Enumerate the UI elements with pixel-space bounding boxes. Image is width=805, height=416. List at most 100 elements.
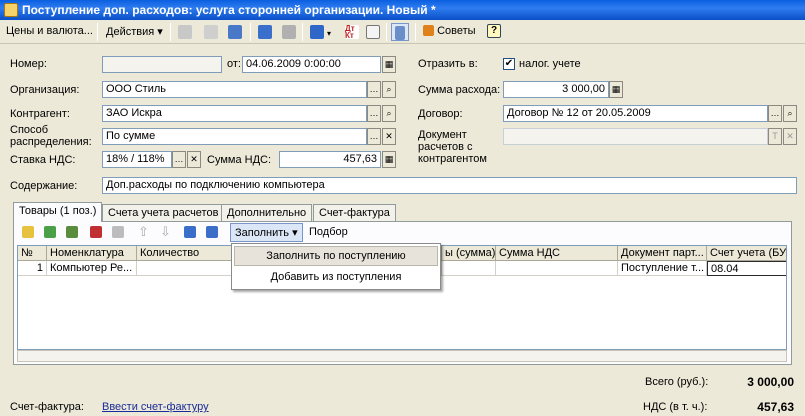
calculator-icon[interactable]: ▦	[609, 81, 623, 98]
date-input[interactable]: 04.06.2009 0:00:00	[242, 56, 381, 73]
select-contract-button[interactable]: …	[768, 105, 782, 122]
total-label: Всего (руб.):	[645, 376, 709, 388]
vat-total-value: 457,63	[757, 400, 794, 414]
contract-input[interactable]: Договор № 12 от 20.05.2009	[503, 105, 768, 122]
column-header-number[interactable]: №	[18, 246, 47, 261]
dropdown-arrow-icon[interactable]: ▾	[327, 29, 331, 38]
select-method-button[interactable]: …	[367, 128, 381, 145]
menu-item-fill-from-receipt[interactable]: Заполнить по поступлению	[234, 246, 438, 266]
tax-accounting-checkbox[interactable]: ✔	[503, 58, 515, 70]
column-header-party-document[interactable]: Документ парт...	[618, 246, 707, 261]
settlement-document-input[interactable]	[503, 128, 768, 145]
table-cell[interactable]: Поступление т...	[618, 261, 707, 276]
toolbar-separator	[302, 23, 303, 41]
delete-row-icon[interactable]	[88, 224, 106, 242]
search-icon[interactable]: ⌕	[783, 105, 797, 122]
help-button[interactable]: ?	[487, 24, 501, 38]
vat-rate-input[interactable]: 18% / 118%	[102, 151, 172, 168]
enter-invoice-link[interactable]: Ввести счет-фактуру	[102, 401, 209, 413]
invoice-label: Счет-фактура:	[10, 401, 84, 413]
content-input[interactable]: Доп.расходы по подключению компьютера	[102, 177, 797, 194]
clear-icon[interactable]: ✕	[783, 128, 797, 145]
post-document-icon[interactable]	[256, 23, 274, 41]
tips-label: Советы	[437, 25, 476, 37]
contractor-input[interactable]: ЗАО Искра	[102, 105, 367, 122]
select-organization-button[interactable]: …	[367, 81, 381, 98]
table-cell[interactable]: 08.04	[707, 261, 786, 276]
title-bar: Поступление доп. расходов: услуга сторон…	[0, 0, 805, 20]
select-vat-rate-button[interactable]: …	[172, 151, 186, 168]
reflect-in-label: Отразить в:	[418, 58, 478, 70]
window-title: Поступление доп. расходов: услуга сторон…	[22, 3, 436, 17]
menu-item-add-from-receipt[interactable]: Добавить из поступления	[234, 268, 438, 288]
clear-icon[interactable]: ✕	[187, 151, 201, 168]
search-icon[interactable]: ⌕	[382, 105, 396, 122]
tips-button[interactable]: Советы	[419, 23, 480, 41]
prices-currency-button[interactable]: Цены и валюта...	[2, 23, 97, 41]
vat-sum-label: Сумма НДС:	[207, 154, 272, 166]
sort-ascending-icon[interactable]	[182, 224, 200, 242]
toolbar-separator	[250, 23, 251, 41]
contractor-label: Контрагент:	[10, 108, 70, 120]
actions-menu-button[interactable]: Действия ▾	[102, 23, 167, 41]
contract-label: Договор:	[418, 108, 463, 120]
move-down-icon[interactable]: ⇩	[158, 224, 176, 242]
add-icon[interactable]	[176, 23, 194, 41]
organization-input[interactable]: ООО Стиль	[102, 81, 367, 98]
method-label-line2: распределения:	[10, 136, 92, 148]
copy-row-icon[interactable]	[42, 224, 60, 242]
expense-sum-input[interactable]: 3 000,00	[503, 81, 609, 98]
document-label-line3: контрагентом	[418, 153, 487, 165]
end-edit-icon[interactable]	[110, 224, 128, 242]
calculator-icon[interactable]: ▦	[382, 151, 396, 168]
structure-icon[interactable]	[391, 23, 409, 41]
number-input[interactable]	[102, 56, 222, 73]
add-row-icon[interactable]	[20, 224, 38, 242]
vat-total-label: НДС (в т. ч.):	[643, 401, 708, 413]
distribution-method-input[interactable]: По сумме	[102, 128, 367, 145]
document-label-line2: расчетов с	[418, 141, 473, 153]
horizontal-scrollbar[interactable]	[17, 350, 787, 362]
column-header-vat-sum[interactable]: Сумма НДС	[496, 246, 618, 261]
fill-menu-button[interactable]: Заполнить ▾	[230, 223, 303, 242]
tab-additional[interactable]: Дополнительно	[221, 204, 313, 221]
edit-row-icon[interactable]	[64, 224, 82, 242]
table-cell[interactable]	[137, 261, 232, 276]
number-label: Номер:	[10, 58, 47, 70]
column-header-quantity[interactable]: Количество	[137, 246, 232, 261]
column-header-nomenclature[interactable]: Номенклатура	[47, 246, 137, 261]
table-cell[interactable]: 1	[18, 261, 47, 276]
clear-icon[interactable]: ✕	[382, 128, 396, 145]
select-contractor-button[interactable]: …	[367, 105, 381, 122]
tab-invoice[interactable]: Счет-фактура	[313, 204, 396, 221]
column-header-sum[interactable]: ы (сумма)	[442, 246, 496, 261]
dropdown-arrow-icon: ▾	[292, 227, 298, 239]
tips-icon	[423, 25, 434, 36]
tab-settlement-accounts[interactable]: Счета учета расчетов	[102, 204, 225, 221]
refresh-icon[interactable]	[226, 23, 244, 41]
move-up-icon[interactable]: ⇧	[136, 224, 154, 242]
tab-goods[interactable]: Товары (1 поз.)	[13, 202, 103, 222]
actions-label: Действия	[106, 26, 155, 38]
copy-icon[interactable]	[202, 23, 220, 41]
debit-credit-icon[interactable]: Дт Кт	[343, 23, 361, 41]
column-header-account[interactable]: Счет учета (БУ)	[707, 246, 786, 261]
text-edit-icon[interactable]: T	[768, 128, 782, 145]
toolbar-separator	[97, 23, 98, 41]
table-cell[interactable]	[442, 261, 496, 276]
search-icon[interactable]: ⌕	[382, 81, 396, 98]
total-value: 3 000,00	[747, 375, 794, 389]
journal-icon[interactable]	[364, 23, 382, 41]
table-cell[interactable]	[496, 261, 618, 276]
table-cell[interactable]: Компьютер Ре...	[47, 261, 137, 276]
document-label-line1: Документ	[418, 129, 467, 141]
sort-descending-icon[interactable]	[204, 224, 222, 242]
selection-button[interactable]: Подбор	[305, 224, 352, 242]
based-on-icon[interactable]	[308, 23, 326, 41]
organization-label: Организация:	[10, 84, 80, 96]
document-icon	[4, 3, 18, 17]
fill-dropdown-menu: Заполнить по поступлению Добавить из пос…	[231, 243, 441, 290]
unpost-document-icon[interactable]	[280, 23, 298, 41]
calendar-icon[interactable]: ▦	[382, 56, 396, 73]
vat-sum-input[interactable]: 457,63	[279, 151, 381, 168]
